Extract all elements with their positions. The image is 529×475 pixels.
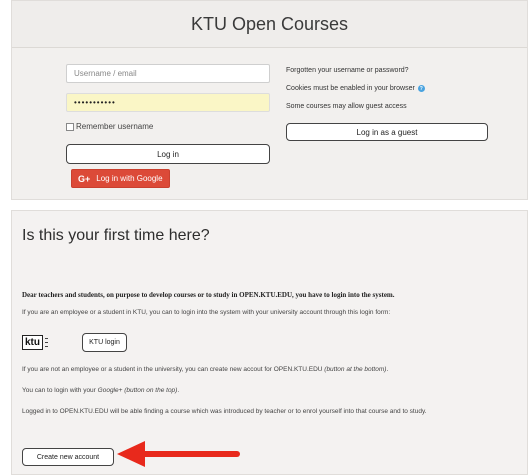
non-member-hint: (button at the bottom) [324,366,387,373]
ktu-logo: ktu ▬ ▬ ▬ [22,331,82,353]
first-time-heading: Is this your first time here? [22,227,210,244]
remember-checkbox[interactable] [66,122,74,131]
google-login-text: You can to login with your Google+ (butt… [22,387,527,394]
first-time-panel: Is this your first time here? Dear teach… [11,210,528,475]
google-plus-icon: G+ [78,173,91,184]
ktu-member-text: If you are an employee or a student in K… [22,309,391,316]
cookies-text: Cookies must be enabled in your browser [286,85,415,92]
remember-label: Remember username [76,122,154,131]
google-text-main: You can to login with your [22,387,98,394]
remember-username[interactable]: Remember username [66,122,153,131]
forgot-password-link[interactable]: Forgotten your username or password? [286,67,409,74]
google-login-button[interactable]: G+ Log in with Google [71,169,170,188]
cookies-notice: Cookies must be enabled in your browser … [286,85,425,92]
question-icon[interactable]: ? [417,85,425,92]
ktu-login-button[interactable]: KTU login [82,333,127,352]
google-login-label: Log in with Google [96,174,163,183]
guest-login-button[interactable]: Log in as a guest [286,123,488,141]
ktu-logo-subtext-icon: ▬ ▬ ▬ [45,336,48,348]
site-title: KTU Open Courses [12,1,527,48]
ktu-logo-mark: ktu [22,334,43,350]
intro-bold-text: Dear teachers and students, on purpose t… [22,291,395,299]
create-account-button[interactable]: Create new account [22,448,114,466]
google-text-end: . [177,387,180,394]
logged-in-text: Logged in to OPEN.KTU.EDU will be able f… [22,408,427,415]
login-button[interactable]: Log in [66,144,270,164]
login-panel: KTU Open Courses Username / email ••••••… [11,0,528,200]
password-input[interactable]: ••••••••••• [66,93,270,112]
non-member-main: If you are not an employee or a student … [22,366,325,373]
username-input[interactable]: Username / email [66,64,270,83]
non-member-end: . [386,366,389,373]
non-member-text: If you are not an employee or a student … [22,366,527,373]
google-text-hint: Google+ (button on the top) [97,387,178,394]
red-arrow-icon [117,441,240,467]
guest-access-text: Some courses may allow guest access [286,103,407,110]
